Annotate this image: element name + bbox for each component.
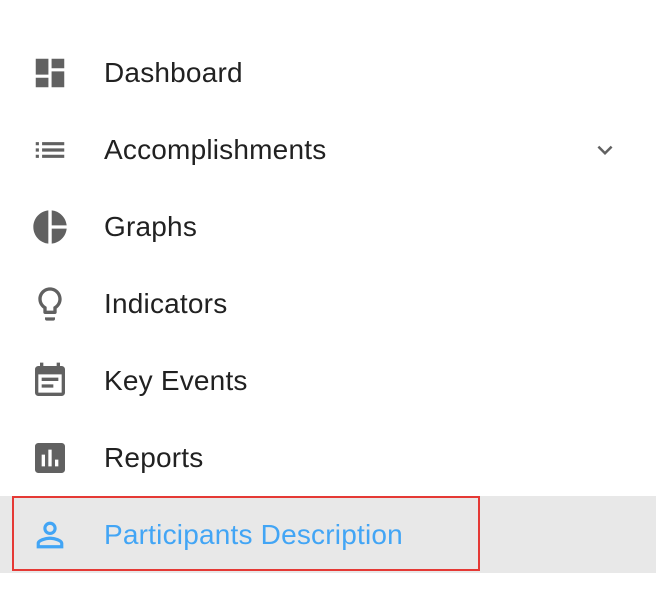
list-icon [30, 130, 70, 170]
sidebar-item-reports[interactable]: Reports [0, 419, 656, 496]
sidebar-item-dashboard[interactable]: Dashboard [0, 34, 656, 111]
chevron-down-icon[interactable] [588, 133, 622, 167]
sidebar-item-label: Reports [104, 441, 204, 473]
bar-chart-icon [30, 438, 70, 478]
sidebar-item-label: Graphs [104, 210, 198, 242]
sidebar-item-graphs[interactable]: Graphs [0, 188, 656, 265]
sidebar-item-indicators[interactable]: Indicators [0, 265, 656, 342]
sidebar-nav: Dashboard Accomplishments Graphs Indicat… [0, 34, 656, 573]
dashboard-icon [30, 53, 70, 93]
sidebar-item-label: Accomplishments [104, 133, 327, 165]
pie-chart-icon [30, 207, 70, 247]
calendar-icon [30, 361, 70, 401]
sidebar-item-participants-description[interactable]: Participants Description [0, 496, 656, 573]
sidebar-item-label: Key Events [104, 364, 248, 396]
sidebar-item-accomplishments[interactable]: Accomplishments [0, 111, 656, 188]
sidebar-item-label: Participants Description [104, 518, 403, 550]
sidebar-item-key-events[interactable]: Key Events [0, 342, 656, 419]
person-icon [30, 515, 70, 555]
lightbulb-icon [30, 284, 70, 324]
sidebar-item-label: Indicators [104, 287, 228, 319]
sidebar-item-label: Dashboard [104, 56, 243, 88]
